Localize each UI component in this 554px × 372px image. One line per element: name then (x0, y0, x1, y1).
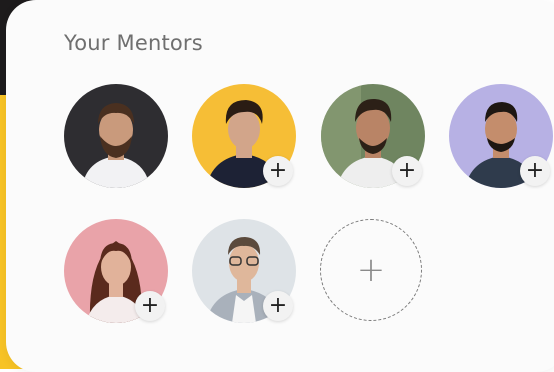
add-new-mentor-slot[interactable]: + (320, 219, 422, 321)
add-mentor-button[interactable]: + (520, 156, 550, 186)
section-title: Your Mentors (64, 31, 203, 55)
add-mentor-button[interactable]: + (392, 156, 422, 186)
mentor-photo-1 (64, 84, 168, 188)
add-mentor-button[interactable]: + (135, 291, 165, 321)
mentor-avatar[interactable] (64, 84, 168, 188)
plus-icon: + (356, 250, 386, 290)
add-mentor-button[interactable]: + (263, 156, 293, 186)
add-mentor-button[interactable]: + (263, 291, 293, 321)
